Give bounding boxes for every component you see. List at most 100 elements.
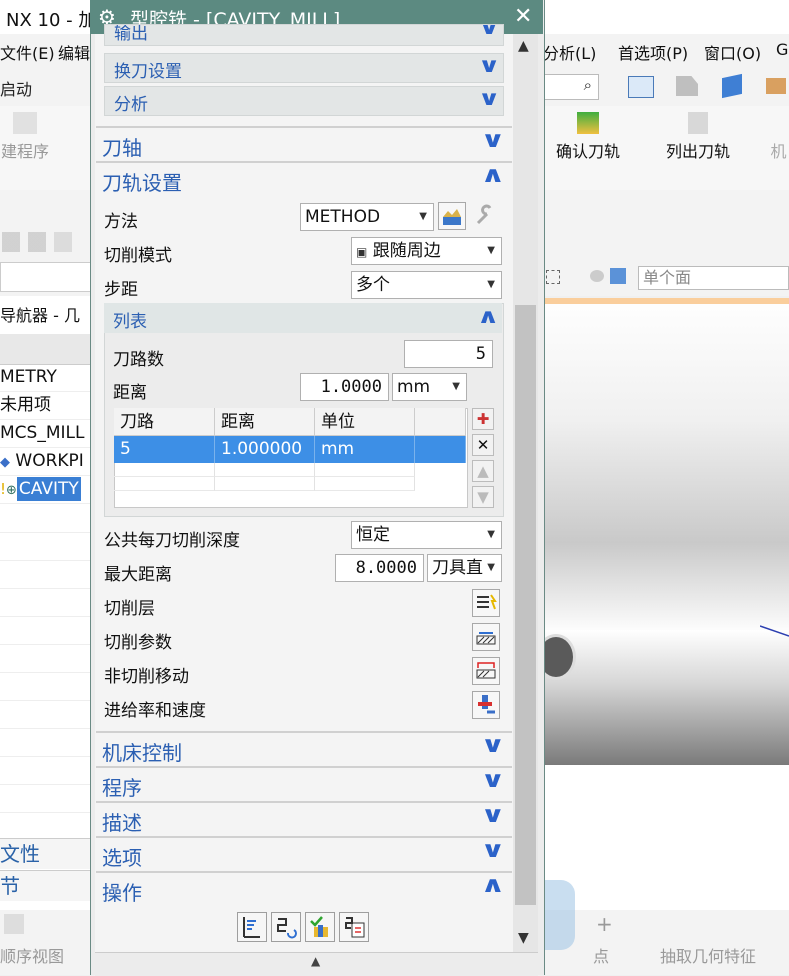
- scrollbar-thumb[interactable]: [515, 305, 536, 905]
- common-depth-label: 公共每刀切削深度: [104, 531, 240, 551]
- delete-icon: ✕: [476, 436, 490, 454]
- section-program[interactable]: 程序 ∨: [96, 766, 512, 800]
- stepover-dropdown[interactable]: 多个 ▼: [351, 271, 502, 299]
- filter-sphere-icon[interactable]: [590, 270, 604, 282]
- subpanel-tool-change[interactable]: 换刀设置 ∨: [104, 53, 504, 83]
- menu-edit[interactable]: 编辑: [58, 40, 90, 64]
- command-search-input[interactable]: ⌕: [543, 74, 599, 100]
- section-options[interactable]: 选项 ∨: [96, 836, 512, 870]
- menu-analysis[interactable]: 分析(L): [543, 40, 596, 64]
- cut-params-button[interactable]: [472, 623, 500, 651]
- cut-params-label: 切削参数: [104, 633, 172, 653]
- nav-filter-input[interactable]: [0, 262, 94, 292]
- nav-row-geometry[interactable]: METRY: [0, 363, 92, 392]
- nav-row-cavity[interactable]: !⊕ CAVITY: [0, 475, 92, 504]
- feeds-speeds-button[interactable]: [472, 691, 500, 719]
- max-distance-input[interactable]: 8.0000: [335, 554, 424, 582]
- edit-method-button[interactable]: [472, 202, 500, 230]
- layer-icon[interactable]: [766, 78, 786, 94]
- move-up-button[interactable]: ▲: [472, 460, 494, 482]
- max-distance-label: 最大距离: [104, 565, 172, 585]
- chevron-down-icon: ∨: [477, 86, 501, 110]
- new-method-button[interactable]: [438, 202, 466, 230]
- verify-toolpath-button[interactable]: 确认刀轨: [550, 112, 626, 162]
- section-actions[interactable]: 操作 ∧: [96, 871, 512, 905]
- column-header-unit[interactable]: 单位: [315, 408, 415, 436]
- section-machine-control[interactable]: 机床控制 ∨: [96, 731, 512, 765]
- navigator-empty-rows: [0, 505, 92, 835]
- table-cell-distance[interactable]: 1.000000: [215, 436, 315, 463]
- expand-footer-icon[interactable]: ▲: [311, 954, 320, 968]
- non-cut-moves-button[interactable]: [472, 657, 500, 685]
- distance-unit-dropdown[interactable]: mm ▼: [392, 373, 467, 401]
- workpiece-icon: ◆: [0, 455, 10, 470]
- section-path-settings[interactable]: 刀轨设置 ∧: [96, 161, 512, 195]
- arrow-up-icon: ▲: [477, 462, 489, 480]
- machine-button[interactable]: 机: [768, 112, 789, 162]
- verify-toolpath-action-button[interactable]: [305, 912, 335, 942]
- list-panel-header[interactable]: 列表 ∧: [104, 303, 502, 333]
- filter-cube-icon[interactable]: [610, 268, 626, 284]
- nav-row-mcs-mill[interactable]: MCS_MILL: [0, 419, 92, 448]
- table-cell-empty[interactable]: [415, 436, 466, 463]
- select-box-icon[interactable]: [546, 270, 560, 284]
- stepover-label: 步距: [104, 280, 138, 300]
- add-row-button[interactable]: ✚: [472, 408, 494, 430]
- passes-input[interactable]: 5: [404, 340, 493, 368]
- viewport-border: [543, 298, 789, 304]
- cut-levels-icon: [477, 594, 497, 610]
- subpanel-analysis[interactable]: 分析 ∨: [104, 86, 504, 116]
- sequence-view-label[interactable]: 顺序视图: [0, 943, 64, 967]
- nav-tab-nodes[interactable]: 节: [0, 870, 92, 901]
- column-header-distance[interactable]: 距离: [215, 408, 315, 436]
- menu-g[interactable]: G: [776, 40, 788, 59]
- cut-levels-button[interactable]: [472, 589, 500, 617]
- generate-toolpath-button[interactable]: [237, 912, 267, 942]
- start-menu[interactable]: 启动: [0, 76, 32, 100]
- menu-file[interactable]: 文件(E): [0, 40, 55, 64]
- list-toolpath-icon: [688, 112, 708, 134]
- close-button[interactable]: ✕: [514, 4, 532, 29]
- replay-toolpath-button[interactable]: [271, 912, 301, 942]
- method-dropdown[interactable]: METHOD ▼: [300, 203, 434, 231]
- scroll-up-arrow[interactable]: ▲: [518, 38, 529, 54]
- common-depth-dropdown[interactable]: 恒定 ▼: [351, 521, 502, 549]
- create-program-button[interactable]: 建程序: [0, 112, 50, 162]
- list-toolpath-button[interactable]: 列出刀轨: [660, 112, 736, 162]
- search-icon: ⌕: [583, 76, 592, 94]
- table-row: [215, 463, 315, 477]
- max-distance-unit-dropdown[interactable]: 刀具直 ▼: [427, 554, 502, 582]
- list-toolpath-action-button[interactable]: [339, 912, 369, 942]
- section-tool-axis[interactable]: 刀轴 ∨: [96, 126, 512, 160]
- chevron-down-icon: ∨: [480, 768, 506, 793]
- chevron-up-icon: ∧: [476, 304, 500, 328]
- dropdown-arrow-icon: ▼: [487, 279, 495, 290]
- chevron-up-icon: ∧: [480, 873, 506, 898]
- generate-icon: [243, 917, 260, 938]
- delete-row-button[interactable]: ✕: [472, 434, 494, 456]
- axis-line: [760, 625, 789, 637]
- table-cell-pass[interactable]: 5: [114, 436, 215, 463]
- menu-preferences[interactable]: 首选项(P): [618, 40, 688, 64]
- column-header-pass[interactable]: 刀路: [114, 408, 215, 436]
- subpanel-output[interactable]: 输出 ∨: [104, 24, 504, 46]
- move-down-button[interactable]: ▼: [472, 486, 494, 508]
- feeds-speeds-icon: [478, 695, 495, 714]
- table-row: [114, 477, 215, 491]
- point-label[interactable]: 点: [593, 943, 609, 967]
- chevron-down-icon: ∨: [480, 803, 506, 828]
- chevron-down-icon: ∨: [477, 53, 501, 77]
- cut-pattern-dropdown[interactable]: ▣ 跟随周边 ▼: [351, 237, 502, 265]
- menu-window[interactable]: 窗口(O): [704, 40, 761, 64]
- nav-row-workpiece[interactable]: ◆ WORKPI: [0, 447, 92, 476]
- extract-geometry-label[interactable]: 抽取几何特征: [660, 943, 756, 967]
- cube-view-icon[interactable]: [722, 73, 742, 99]
- selection-filter-dropdown[interactable]: 单个面: [638, 266, 789, 290]
- nav-tab-properties[interactable]: 文性: [0, 838, 92, 869]
- view-fit-icon[interactable]: [628, 76, 654, 98]
- table-cell-unit[interactable]: mm: [315, 436, 415, 463]
- distance-input[interactable]: 1.0000: [300, 373, 389, 401]
- scroll-down-arrow[interactable]: ▼: [518, 930, 529, 946]
- section-description[interactable]: 描述 ∨: [96, 801, 512, 835]
- nav-row-unused[interactable]: 未用项: [0, 391, 92, 420]
